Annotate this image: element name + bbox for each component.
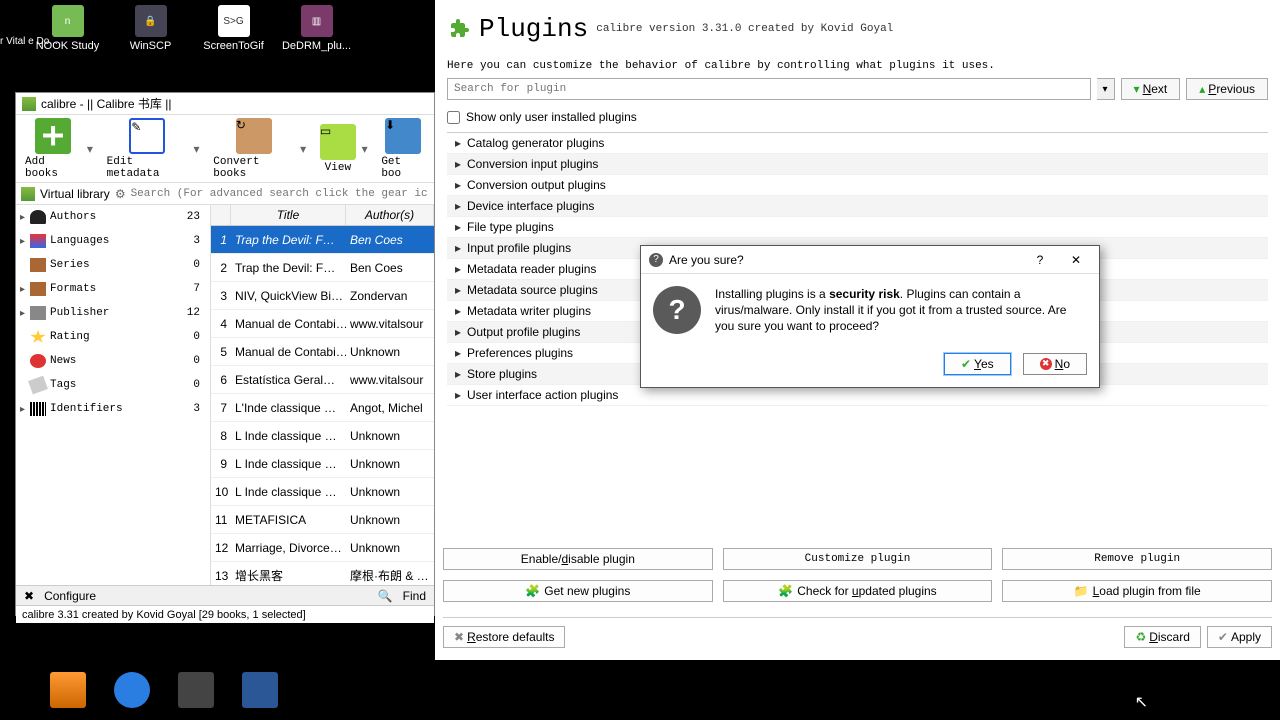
plugin-category[interactable]: ▸Catalog generator plugins [447, 133, 1268, 154]
show-only-label: Show only user installed plugins [466, 110, 637, 124]
desktop-icon-winscp[interactable]: 🔒WinSCP [118, 5, 183, 52]
virtual-library-button[interactable]: Virtual library [40, 187, 110, 201]
table-row[interactable]: 11METAFISICAUnknown [211, 506, 434, 534]
edit-metadata-dropdown[interactable]: ▾ [192, 129, 201, 169]
plugin-category[interactable]: ▸File type plugins [447, 217, 1268, 238]
table-row[interactable]: 12Marriage, Divorce…Unknown [211, 534, 434, 562]
book-table: TitleAuthor(s) 1Trap the Devil: F…Ben Co… [211, 205, 434, 585]
sidebar-item-series[interactable]: Series0 [16, 253, 210, 277]
add-books-button[interactable]: Add books [21, 116, 85, 182]
sidebar-item-news[interactable]: News0 [16, 349, 210, 373]
remove-plugin-button[interactable]: Remove plugin [1002, 548, 1272, 570]
sidebar-item-identifiers[interactable]: ▸Identifiers3 [16, 397, 210, 421]
sidebar-item-tags[interactable]: Tags0 [16, 373, 210, 397]
table-row[interactable]: 2Trap the Devil: F…Ben Coes [211, 254, 434, 282]
table-row[interactable]: 9L Inde classique …Unknown [211, 450, 434, 478]
table-row[interactable]: 13增长黑客摩根·布朗 & … [211, 562, 434, 585]
desktop-icons: nNOOK Study 🔒WinSCP S>GScreenToGif ▥DeDR… [35, 5, 349, 52]
modal-titlebar[interactable]: ? Are you sure? ? ✕ [641, 246, 1099, 274]
desktop-icon-dedrm[interactable]: ▥DeDRM_plu... [284, 5, 349, 52]
mouse-cursor: ↖ [1135, 692, 1148, 712]
table-row[interactable]: 6Estatística Geral…www.vitalsour [211, 366, 434, 394]
taskbar-word[interactable] [242, 672, 278, 708]
plugin-search-dropdown[interactable]: ▾ [1097, 78, 1115, 100]
calibre-toolbar: Add books ▾ ✎Edit metadata ▾ ↻Convert bo… [16, 115, 434, 183]
plugins-subtitle: calibre version 3.31.0 created by Kovid … [596, 23, 893, 35]
sidebar-item-publisher[interactable]: ▸Publisher12 [16, 301, 210, 325]
plugin-search-input[interactable] [447, 78, 1091, 100]
yes-button[interactable]: ✔Yes [944, 353, 1011, 375]
modal-close-button[interactable]: ✕ [1061, 253, 1091, 267]
confirm-modal: ? Are you sure? ? ✕ ? Installing plugins… [640, 245, 1100, 388]
view-button[interactable]: ▭View [316, 122, 360, 176]
convert-books-dropdown[interactable]: ▾ [298, 129, 307, 169]
add-books-dropdown[interactable]: ▾ [85, 129, 94, 169]
get-new-plugins-button[interactable]: 🧩Get new plugins [443, 580, 713, 602]
desktop-icon-nook[interactable]: nNOOK Study [35, 5, 100, 52]
puzzle-icon [447, 17, 471, 41]
check-updates-button[interactable]: 🧩Check for updated plugins [723, 580, 993, 602]
status-bar: calibre 3.31 created by Kovid Goyal [29 … [16, 605, 434, 623]
edit-metadata-button[interactable]: ✎Edit metadata [103, 116, 192, 182]
table-row[interactable]: 5Manual de Contabi…Unknown [211, 338, 434, 366]
apply-button[interactable]: ✔Apply [1207, 626, 1272, 648]
calibre-icon [22, 97, 36, 111]
view-dropdown[interactable]: ▾ [360, 129, 369, 169]
find-button[interactable]: Find [403, 589, 426, 603]
plugin-category[interactable]: ▸Conversion output plugins [447, 175, 1268, 196]
next-button[interactable]: ▾Next [1121, 78, 1181, 100]
taskbar-icons [50, 672, 278, 708]
sidebar-item-formats[interactable]: ▸Formats7 [16, 277, 210, 301]
taskbar-app-1[interactable] [50, 672, 86, 708]
plugin-category[interactable]: ▸User interface action plugins [447, 385, 1268, 406]
convert-books-button[interactable]: ↻Convert books [209, 116, 298, 182]
gear-icon: ✖ [24, 589, 34, 603]
modal-help-button[interactable]: ? [1025, 253, 1055, 267]
customize-plugin-button[interactable]: Customize plugin [723, 548, 993, 570]
modal-message: Installing plugins is a security risk. P… [715, 286, 1087, 335]
no-button[interactable]: ✖No [1023, 353, 1087, 375]
bottom-bar: ✖ Configure 🔍 Find [16, 585, 434, 605]
calibre-title: calibre - || Calibre 书库 || [41, 95, 172, 112]
get-books-button[interactable]: ⬇Get boo [377, 116, 429, 182]
table-row[interactable]: 8L Inde classique …Unknown [211, 422, 434, 450]
table-row[interactable]: 4Manual de Contabi…www.vitalsour [211, 310, 434, 338]
library-icon [21, 187, 35, 201]
table-row[interactable]: 1Trap the Devil: F…Ben Coes [211, 226, 434, 254]
plugins-desc: Here you can customize the behavior of c… [447, 60, 1268, 72]
taskbar-edge[interactable] [114, 672, 150, 708]
show-only-user-checkbox[interactable] [447, 111, 460, 124]
table-row[interactable]: 10L Inde classique …Unknown [211, 478, 434, 506]
configure-button[interactable]: Configure [44, 589, 96, 603]
modal-title-text: Are you sure? [669, 253, 744, 267]
calibre-window: calibre - || Calibre 书库 || Add books ▾ ✎… [15, 92, 435, 616]
tag-browser-sidebar: ▸Authors23 ▸Languages3 Series0 ▸Formats7… [16, 205, 211, 585]
load-from-file-button[interactable]: 📁Load plugin from file [1002, 580, 1272, 602]
sidebar-item-authors[interactable]: ▸Authors23 [16, 205, 210, 229]
sidebar-item-rating[interactable]: Rating0 [16, 325, 210, 349]
question-icon: ? [649, 253, 663, 267]
calibre-search-bar: Virtual library ⚙ [16, 183, 434, 205]
desktop-icon-screentogif[interactable]: S>GScreenToGif [201, 5, 266, 52]
calibre-titlebar[interactable]: calibre - || Calibre 书库 || [16, 93, 434, 115]
plugin-category[interactable]: ▸Conversion input plugins [447, 154, 1268, 175]
plugin-category[interactable]: ▸Device interface plugins [447, 196, 1268, 217]
enable-disable-button[interactable]: Enable/disable plugin [443, 548, 713, 570]
plugin-actions: Enable/disable plugin Customize plugin R… [443, 548, 1272, 602]
table-header: TitleAuthor(s) [211, 205, 434, 226]
discard-button[interactable]: ♻Discard [1124, 626, 1200, 648]
previous-button[interactable]: ▴Previous [1186, 78, 1268, 100]
taskbar-sublime[interactable] [178, 672, 214, 708]
search-icon: 🔍 [378, 589, 393, 603]
table-row[interactable]: 3NIV, QuickView Bi…Zondervan [211, 282, 434, 310]
table-row[interactable]: 7L'Inde classique …Angot, Michel [211, 394, 434, 422]
search-input[interactable] [131, 188, 429, 200]
sidebar-item-languages[interactable]: ▸Languages3 [16, 229, 210, 253]
restore-defaults-button[interactable]: ✖Restore defaults [443, 626, 565, 648]
plugins-title: Plugins [479, 14, 588, 44]
question-mark-icon: ? [653, 286, 701, 334]
